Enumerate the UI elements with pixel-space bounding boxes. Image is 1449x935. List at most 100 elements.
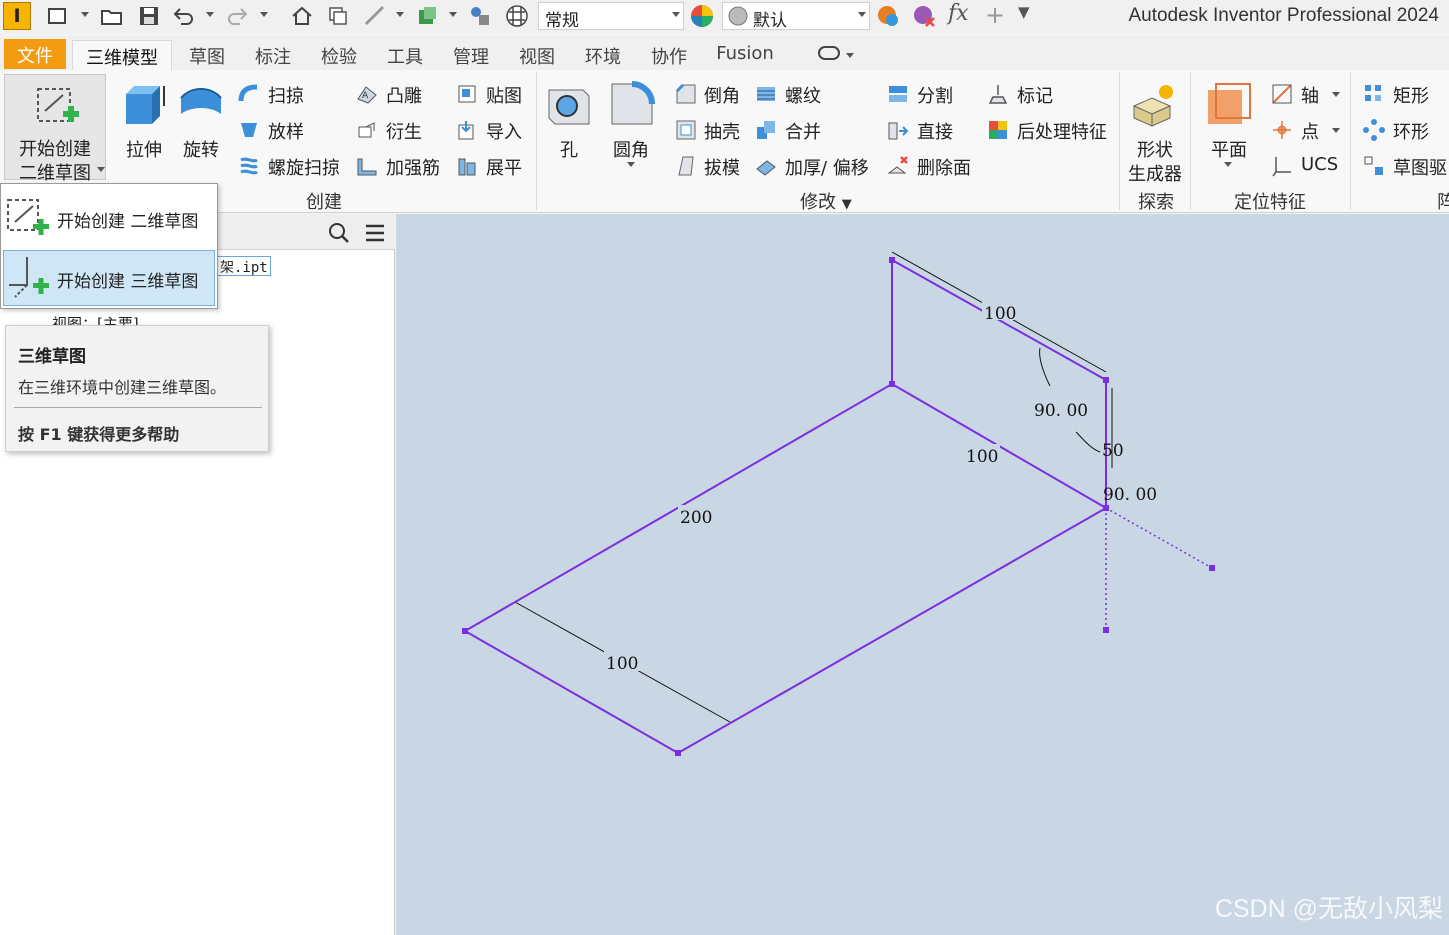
dim-angle-1[interactable]: 90. 00 xyxy=(1034,401,1088,421)
ilogic-icon[interactable] xyxy=(468,4,492,28)
combine-icon[interactable] xyxy=(755,119,777,141)
tab-tools[interactable]: 工具 xyxy=(380,40,430,70)
fillet-label[interactable]: 圆角 xyxy=(613,136,649,162)
sketch-driven-label[interactable]: 草图驱 xyxy=(1393,154,1447,180)
loft-icon[interactable] xyxy=(238,119,260,141)
sketch-point[interactable] xyxy=(1103,627,1109,633)
derive-label[interactable]: 衍生 xyxy=(386,118,422,144)
sketch-point[interactable] xyxy=(462,628,468,634)
update-icon[interactable] xyxy=(416,4,440,28)
revolve-label[interactable]: 旋转 xyxy=(183,136,219,162)
measure-icon[interactable] xyxy=(363,4,387,28)
sketch-point[interactable] xyxy=(675,750,681,756)
graphics-viewport[interactable]: 100 90. 00 50 90. 00 100 200 100 CSDN @无… xyxy=(396,214,1449,935)
tab-file[interactable]: 文件 xyxy=(4,39,66,69)
decal-label[interactable]: 贴图 xyxy=(486,82,522,108)
shell-label[interactable]: 抽壳 xyxy=(704,118,740,144)
shape-gen-line1[interactable]: 形状 xyxy=(1137,136,1173,162)
mark-icon[interactable] xyxy=(987,83,1009,105)
emboss-icon[interactable]: A xyxy=(356,83,378,105)
thicken-icon[interactable] xyxy=(755,155,777,177)
tab-manage[interactable]: 管理 xyxy=(446,40,496,70)
thicken-label[interactable]: 加厚/ 偏移 xyxy=(785,154,869,180)
postprocess-label[interactable]: 后处理特征 xyxy=(1017,118,1107,144)
revolve-icon[interactable] xyxy=(177,80,225,128)
combine-label[interactable]: 合并 xyxy=(785,118,821,144)
menu-icon[interactable] xyxy=(364,223,386,243)
direct-icon[interactable] xyxy=(887,119,909,141)
clear-appearance-icon[interactable] xyxy=(912,4,936,28)
split-label[interactable]: 分割 xyxy=(917,82,953,108)
axis-icon[interactable] xyxy=(1271,83,1293,105)
dim-length[interactable]: 200 xyxy=(680,508,712,528)
sweep-label[interactable]: 扫掠 xyxy=(268,82,304,108)
dim-bottom-width[interactable]: 100 xyxy=(606,654,638,674)
add-icon[interactable]: + xyxy=(985,1,1005,29)
rib-label[interactable]: 加强筋 xyxy=(386,154,440,180)
rect-pattern-label[interactable]: 矩形 xyxy=(1393,82,1429,108)
start-2d-sketch-item[interactable]: 开始创建 二维草图 xyxy=(3,188,215,244)
tab-fusion[interactable]: Fusion xyxy=(710,40,780,70)
tab-annotate[interactable]: 标注 xyxy=(248,40,298,70)
search-icon[interactable] xyxy=(328,222,350,244)
tab-inspect[interactable]: 检验 xyxy=(314,40,364,70)
open-folder-icon[interactable] xyxy=(100,4,124,28)
tab-view[interactable]: 视图 xyxy=(512,40,562,70)
axis-label[interactable]: 轴 xyxy=(1301,82,1319,108)
shell-icon[interactable] xyxy=(675,119,697,141)
chamfer-label[interactable]: 倒角 xyxy=(704,82,740,108)
import-icon[interactable] xyxy=(456,119,478,141)
dim-top-width[interactable]: 100 xyxy=(984,304,1016,324)
rectangular-pattern-icon[interactable] xyxy=(1363,83,1385,105)
ribbon-display-toggle[interactable] xyxy=(818,46,840,60)
dim-depth[interactable]: 100 xyxy=(966,447,998,467)
start-2d-sketch-button[interactable]: 开始创建 二维草图 xyxy=(4,74,106,184)
circular-pattern-icon[interactable] xyxy=(1363,119,1385,141)
delete-face-icon[interactable] xyxy=(887,155,909,177)
thread-label[interactable]: 螺纹 xyxy=(785,82,821,108)
coil-label[interactable]: 螺旋扫掠 xyxy=(268,154,340,180)
unfold-label[interactable]: 展平 xyxy=(486,154,522,180)
shape-generator-icon[interactable] xyxy=(1130,82,1178,130)
modify-group-label[interactable]: 修改 ▼ xyxy=(800,188,852,214)
hole-icon[interactable] xyxy=(545,80,593,128)
sweep-icon[interactable] xyxy=(238,83,260,105)
ucs-label[interactable]: UCS xyxy=(1301,154,1338,175)
browser-view-item[interactable]: 视图：[主要] xyxy=(52,313,139,325)
import-label[interactable]: 导入 xyxy=(486,118,522,144)
loft-label[interactable]: 放样 xyxy=(268,118,304,144)
rib-icon[interactable] xyxy=(356,155,378,177)
sketch-point[interactable] xyxy=(889,257,895,263)
appearance-ball-icon[interactable] xyxy=(505,4,529,28)
project-icon[interactable] xyxy=(326,4,350,28)
chamfer-icon[interactable] xyxy=(675,83,697,105)
sketch-point[interactable] xyxy=(1103,505,1109,511)
tab-sketch[interactable]: 草图 xyxy=(182,40,232,70)
thread-icon[interactable] xyxy=(755,83,777,105)
fillet-icon[interactable] xyxy=(608,80,656,128)
ucs-icon[interactable] xyxy=(1271,155,1293,177)
hole-label[interactable]: 孔 xyxy=(560,136,578,162)
circ-pattern-label[interactable]: 环形 xyxy=(1393,118,1429,144)
postprocess-icon[interactable] xyxy=(987,119,1009,141)
dim-height[interactable]: 50 xyxy=(1102,441,1124,461)
sketch-point[interactable] xyxy=(889,381,895,387)
plane-label[interactable]: 平面 xyxy=(1211,136,1247,162)
home-icon[interactable] xyxy=(290,4,314,28)
adjust-color-icon[interactable] xyxy=(876,4,900,28)
customize-qat-icon[interactable]: ▼ xyxy=(1018,3,1030,21)
tab-collaborate[interactable]: 协作 xyxy=(644,40,694,70)
extrude-label[interactable]: 拉伸 xyxy=(126,136,162,162)
decal-icon[interactable] xyxy=(456,83,478,105)
start-3d-sketch-item[interactable]: 开始创建 三维草图 xyxy=(3,250,215,306)
draft-label[interactable]: 拔模 xyxy=(704,154,740,180)
point-icon[interactable] xyxy=(1271,119,1293,141)
3d-sketch-canvas[interactable]: 100 90. 00 50 90. 00 100 200 100 xyxy=(396,214,1449,935)
point-label[interactable]: 点 xyxy=(1301,118,1319,144)
tab-environments[interactable]: 环境 xyxy=(578,40,628,70)
redo-icon[interactable] xyxy=(225,4,249,28)
sketch-driven-pattern-icon[interactable] xyxy=(1363,155,1385,177)
app-logo[interactable]: I xyxy=(3,2,31,30)
undo-icon[interactable] xyxy=(172,4,196,28)
direct-label[interactable]: 直接 xyxy=(917,118,953,144)
